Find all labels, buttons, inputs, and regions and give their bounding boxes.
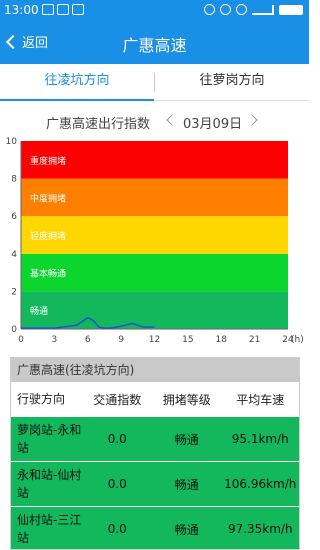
chart-band bbox=[21, 291, 288, 329]
y-tick-label: 0 bbox=[11, 325, 17, 335]
row-level: 畅通 bbox=[174, 477, 199, 492]
y-tick-label: 2 bbox=[11, 287, 17, 297]
y-tick-label: 8 bbox=[11, 175, 17, 185]
band-label: 基本畅通 bbox=[30, 268, 66, 280]
table-row[interactable]: 仙村站-三江站 0.0 畅通 97.35km/h bbox=[11, 506, 299, 549]
next-date-button[interactable] bbox=[246, 114, 258, 126]
column-header-speed: 平均车速 bbox=[236, 392, 285, 407]
x-tick-label: 3 bbox=[52, 335, 58, 345]
x-tick-label: 15 bbox=[182, 335, 193, 345]
row-section: 萝岗站-永和站 bbox=[17, 423, 82, 455]
y-tick-label: 6 bbox=[11, 212, 17, 222]
row-speed: 95.1km/h bbox=[231, 432, 289, 446]
wifi-icon bbox=[236, 4, 247, 15]
x-axis-label: (h) bbox=[291, 335, 304, 345]
x-tick-label: 6 bbox=[85, 335, 91, 345]
table-caption: 广惠高速(往凌坑方向) bbox=[11, 358, 299, 382]
band-label: 重度拥堵 bbox=[30, 155, 66, 167]
row-speed: 97.35km/h bbox=[227, 522, 293, 536]
row-level: 畅通 bbox=[174, 432, 199, 447]
sim-icon bbox=[42, 4, 54, 15]
row-level: 畅通 bbox=[174, 522, 199, 537]
direction-tabs: 往凌坑方向 往萝岗方向 bbox=[0, 64, 309, 101]
status-bar: 13:00 bbox=[0, 0, 309, 21]
row-speed: 106.96km/h bbox=[224, 477, 297, 491]
row-index: 0.0 bbox=[107, 477, 127, 491]
band-label: 畅通 bbox=[30, 305, 48, 317]
row-section: 永和站-仙村站 bbox=[17, 468, 82, 500]
x-tick-label: 9 bbox=[118, 335, 124, 345]
chart-header: 广惠高速出行指数 03月09日 bbox=[0, 110, 309, 134]
y-tick-label: 10 bbox=[6, 137, 18, 147]
row-index: 0.0 bbox=[107, 522, 127, 536]
page-title: 广惠高速 bbox=[122, 36, 187, 55]
column-header-direction: 行驶方向 bbox=[17, 392, 66, 406]
voicemail-icon bbox=[57, 4, 69, 15]
band-label: 轻度拥堵 bbox=[30, 230, 66, 242]
notification-icon bbox=[72, 4, 84, 15]
tab-luogang[interactable]: 往萝岗方向 bbox=[155, 64, 309, 101]
x-tick-label: 12 bbox=[149, 335, 160, 345]
table-header: 行驶方向 交通指数 拥堵等级 平均车速 bbox=[11, 382, 299, 416]
column-header-index: 交通指数 bbox=[93, 392, 142, 407]
x-tick-label: 18 bbox=[216, 335, 228, 345]
table-row[interactable]: 永和站-仙村站 0.0 畅通 106.96km/h bbox=[11, 461, 299, 506]
alarm-icon bbox=[220, 4, 231, 15]
nav-bar: 返回 广惠高速 bbox=[0, 21, 309, 64]
table-row[interactable]: 萝岗站-永和站 0.0 畅通 95.1km/h bbox=[11, 416, 299, 461]
row-index: 0.0 bbox=[107, 432, 127, 446]
band-label: 中度拥堵 bbox=[30, 192, 66, 204]
nfc-icon bbox=[204, 4, 215, 15]
chart-title: 广惠高速出行指数 bbox=[46, 117, 151, 132]
status-right-icons bbox=[204, 4, 303, 15]
column-header-level: 拥堵等级 bbox=[162, 392, 211, 407]
x-tick-label: 21 bbox=[249, 335, 260, 345]
status-left-icons bbox=[42, 4, 84, 15]
chart-svg: 畅通基本畅通轻度拥堵中度拥堵重度拥堵02468100 3 6 9 12 15 18 21 24(… bbox=[6, 137, 304, 345]
status-time: 13:00 bbox=[4, 3, 39, 17]
row-section: 仙村站-三江站 bbox=[17, 513, 82, 545]
y-tick-label: 4 bbox=[11, 250, 17, 260]
chart-date: 03月09日 bbox=[183, 117, 243, 132]
x-tick-label: 0 bbox=[18, 335, 24, 345]
prev-date-button[interactable] bbox=[166, 114, 178, 126]
battery-icon bbox=[279, 4, 303, 15]
traffic-index-chart: 畅通 基本畅通 轻度拥堵 中度拥堵 重度拥堵 0 2 4 6 8 10 0 3 6 9 12 15 18 21 24(… bbox=[0, 134, 309, 350]
tab-lingkeng[interactable]: 往凌坑方向 bbox=[0, 64, 154, 101]
signal-icon bbox=[252, 4, 274, 15]
road-status-table: 广惠高速(往凌坑方向) 行驶方向 交通指数 拥堵等级 平均车速 萝岗站-永和站 … bbox=[10, 357, 300, 550]
